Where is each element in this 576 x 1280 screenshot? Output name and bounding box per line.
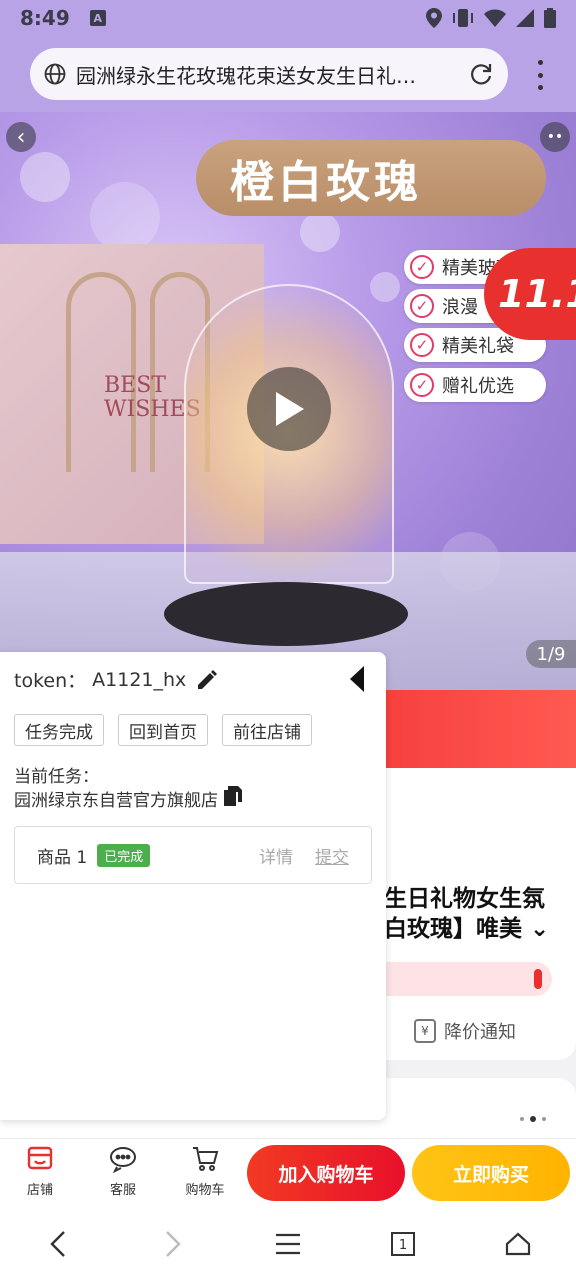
hero-title: 橙白玫瑰 bbox=[196, 140, 546, 216]
edit-icon[interactable] bbox=[196, 669, 218, 691]
customer-service-tab[interactable]: 客服 bbox=[93, 1145, 153, 1198]
status-icons bbox=[426, 8, 556, 28]
nav-menu-icon[interactable] bbox=[258, 1214, 318, 1274]
token-label: token： bbox=[14, 670, 87, 692]
browser-toolbar: 园洲绿永生花玫瑰花束送女友生日礼… bbox=[0, 36, 576, 112]
signal-icon bbox=[516, 9, 534, 27]
status-bar: 8:49 A bbox=[0, 0, 576, 36]
nav-back-icon[interactable] bbox=[28, 1214, 88, 1274]
status-badge: 已完成 bbox=[97, 843, 151, 867]
cart-icon bbox=[193, 1147, 219, 1171]
carousel-dots bbox=[520, 1116, 546, 1122]
nav-forward-icon[interactable] bbox=[143, 1214, 203, 1274]
price-bar bbox=[384, 962, 552, 996]
check-icon: ✓ bbox=[410, 294, 434, 318]
more-icon[interactable]: •• bbox=[540, 122, 570, 152]
copy-icon[interactable] bbox=[224, 786, 242, 811]
play-video-button[interactable] bbox=[247, 367, 331, 451]
store-name: 园洲绿京东自营官方旗舰店 bbox=[14, 791, 218, 811]
price-notice-button[interactable]: ¥ 降价通知 bbox=[414, 1018, 516, 1044]
price-alert-icon: ¥ bbox=[414, 1019, 436, 1043]
check-icon: ✓ bbox=[410, 255, 434, 279]
browser-menu-icon[interactable] bbox=[532, 60, 548, 90]
task-complete-button[interactable]: 任务完成 bbox=[14, 714, 104, 746]
image-page-counter: 1/9 bbox=[526, 640, 576, 668]
store-icon bbox=[27, 1146, 53, 1170]
submit-link[interactable]: 提交 bbox=[315, 843, 349, 868]
address-bar[interactable]: 园洲绿永生花玫瑰花束送女友生日礼… bbox=[30, 48, 508, 100]
back-home-button[interactable]: 回到首页 bbox=[118, 714, 208, 746]
token-value: A1121_hx bbox=[92, 668, 187, 691]
go-store-button[interactable]: 前往店铺 bbox=[222, 714, 312, 746]
store-tab[interactable]: 店铺 bbox=[10, 1145, 70, 1198]
task-item-row: 商品 1 已完成 详情 提交 bbox=[14, 826, 372, 884]
reload-icon[interactable] bbox=[468, 61, 494, 87]
play-icon bbox=[276, 392, 304, 426]
product-title: 生日礼物女生氛 白玫瑰】唯美 ⌄ bbox=[384, 886, 550, 942]
feature-tag: ✓ 赠礼优选 bbox=[404, 368, 546, 402]
product-image-carousel[interactable]: BEST WISHES 橙白玫瑰 ✓ 精美玻璃 ✓ 浪漫 ✓ 精美礼袋 ✓ 赠礼优选 1… bbox=[0, 112, 576, 690]
status-time: 8:49 bbox=[20, 6, 70, 30]
url-title: 园洲绿永生花玫瑰花束送女友生日礼… bbox=[76, 63, 416, 88]
buy-now-button[interactable]: 立即购买 bbox=[412, 1145, 570, 1201]
svg-text:1: 1 bbox=[399, 1238, 407, 1253]
nav-home-icon[interactable] bbox=[488, 1214, 548, 1274]
nav-tabs-icon[interactable]: 1 bbox=[373, 1214, 433, 1274]
location-icon bbox=[426, 8, 442, 28]
vibrate-icon bbox=[453, 9, 473, 27]
battery-icon bbox=[544, 8, 556, 28]
check-icon: ✓ bbox=[410, 373, 434, 397]
chat-icon bbox=[110, 1147, 136, 1173]
promo-1111-badge: 11.11 bbox=[484, 248, 576, 340]
globe-icon bbox=[44, 63, 66, 85]
dome-base-image bbox=[164, 582, 408, 646]
store-name-row: 园洲绿京东自营官方旗舰店 bbox=[14, 786, 242, 811]
back-icon[interactable]: ‹ bbox=[6, 122, 36, 152]
notification-icon: A bbox=[89, 10, 106, 26]
bottom-action-bar: 店铺 客服 购物车 加入购物车 立即购买 bbox=[0, 1138, 576, 1208]
task-item-name: 商品 1 bbox=[37, 847, 88, 868]
detail-link[interactable]: 详情 bbox=[259, 843, 293, 868]
add-to-cart-button[interactable]: 加入购物车 bbox=[247, 1145, 405, 1201]
wifi-icon bbox=[484, 9, 506, 27]
cart-tab[interactable]: 购物车 bbox=[175, 1145, 235, 1198]
task-panel: token： A1121_hx 任务完成 回到首页 前往店铺 当前任务： 园洲绿… bbox=[0, 652, 386, 1120]
browser-nav-bar: 1 bbox=[0, 1208, 576, 1280]
check-icon: ✓ bbox=[410, 333, 434, 357]
collapse-panel-icon[interactable] bbox=[350, 666, 364, 692]
current-task-label: 当前任务： bbox=[14, 767, 99, 787]
task-buttons: 任务完成 回到首页 前往店铺 bbox=[14, 714, 312, 746]
token-row: token： A1121_hx bbox=[14, 666, 218, 693]
